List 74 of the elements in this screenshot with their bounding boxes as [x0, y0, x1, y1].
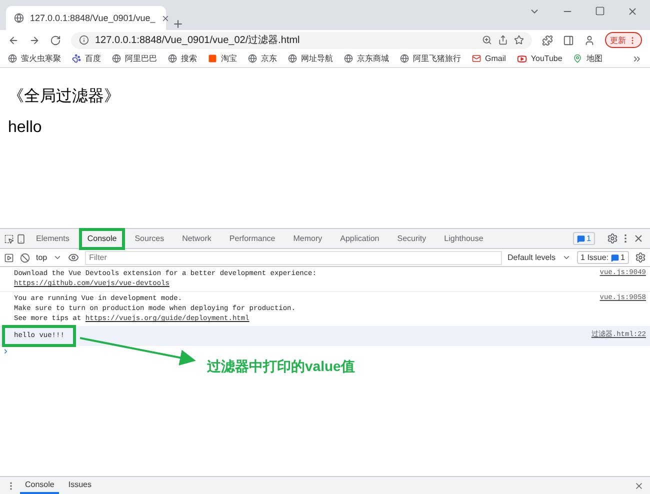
devtools-tab[interactable]: Elements [28, 228, 78, 250]
close-icon[interactable] [634, 480, 644, 490]
caret-down-icon[interactable] [53, 253, 62, 262]
devtools-tab[interactable]: Application [332, 228, 388, 250]
bookmark[interactable]: 网址导航 [288, 53, 333, 64]
issues-badge[interactable]: 1 Issue: 1 [576, 251, 629, 264]
inspect-icon[interactable] [4, 234, 14, 244]
new-tab-icon[interactable] [172, 18, 184, 30]
devtools-tab[interactable]: Network [174, 228, 220, 250]
settings-icon[interactable] [607, 233, 618, 244]
mail-icon [472, 54, 481, 63]
profile-icon[interactable] [584, 34, 595, 46]
globe-icon [288, 54, 297, 63]
paw-icon [72, 54, 81, 63]
bookmark[interactable]: 阿里巴巴 [112, 53, 157, 64]
page-text: hello [8, 119, 43, 137]
page-heading: 《全局过滤器》 [8, 86, 121, 107]
globe-icon [248, 54, 257, 63]
play-icon [516, 54, 527, 64]
bookmark[interactable]: 淘宝 [208, 53, 237, 64]
star-icon[interactable] [514, 35, 524, 45]
bookmark[interactable]: 百度 [72, 53, 101, 64]
devtools-tab[interactable]: Console [79, 228, 125, 250]
shop-icon [208, 54, 217, 63]
globe-icon [8, 54, 17, 63]
more-bookmarks-icon[interactable] [632, 54, 642, 64]
bookmark[interactable]: 阿里飞猪旅行 [400, 53, 461, 64]
globe-icon [344, 54, 353, 63]
context-selector[interactable]: top [36, 253, 48, 262]
drawer-tab[interactable]: Issues [63, 477, 96, 494]
devtools-tab[interactable]: Security [389, 228, 434, 250]
browser-tab[interactable]: 127.0.0.1:8848/Vue_0901/vue_ [6, 6, 166, 30]
clear-icon[interactable] [20, 252, 30, 262]
bookmark[interactable]: YouTube [516, 54, 562, 64]
close-icon[interactable] [633, 233, 644, 244]
annotation-text: 过滤器中打印的value值 [207, 358, 355, 376]
close-icon[interactable] [161, 14, 170, 22]
console-prompt[interactable]: › [0, 346, 650, 357]
drawer-tab[interactable]: Console [20, 477, 60, 494]
maximize-icon[interactable] [595, 6, 605, 16]
messages-badge[interactable]: 1 [572, 232, 595, 245]
forward-icon[interactable] [29, 34, 40, 46]
globe-icon [168, 54, 177, 63]
globe-icon [14, 13, 24, 23]
info-icon [79, 35, 89, 45]
devtools-tab[interactable]: Memory [285, 228, 330, 250]
back-icon[interactable] [8, 34, 19, 46]
sidebar-icon[interactable] [4, 252, 14, 262]
devtools-tab[interactable]: Sources [126, 228, 172, 250]
map-pin-icon [573, 54, 582, 63]
update-button[interactable]: 更新 [605, 32, 642, 48]
caret-down-icon[interactable] [562, 253, 571, 262]
bookmark[interactable]: 京东商城 [344, 53, 389, 64]
levels-dropdown[interactable]: Default levels [508, 253, 556, 262]
bookmark[interactable]: 地图 [573, 53, 602, 64]
device-icon[interactable] [16, 234, 26, 244]
eye-icon[interactable] [68, 252, 80, 263]
share-icon[interactable] [498, 35, 508, 45]
extensions-icon[interactable] [542, 34, 553, 46]
bookmark[interactable]: 萤火虫寒聚 [8, 53, 61, 64]
address-bar[interactable]: 127.0.0.1:8848/Vue_0901/vue_02/过滤器.html [71, 32, 532, 48]
bookmark[interactable]: 搜索 [168, 53, 197, 64]
devtools-tab[interactable]: Lighthouse [436, 228, 492, 250]
zoom-icon[interactable] [482, 35, 492, 45]
globe-icon [112, 54, 121, 63]
side-panel-icon[interactable] [563, 34, 574, 46]
settings-icon[interactable] [635, 252, 646, 263]
bookmark[interactable]: Gmail [472, 54, 506, 63]
bookmark[interactable]: 京东 [248, 53, 277, 64]
devtools-tab[interactable]: Performance [221, 228, 284, 250]
close-icon[interactable] [627, 6, 638, 16]
reload-icon[interactable] [50, 34, 61, 46]
filter-field[interactable]: Filter [85, 250, 502, 264]
globe-icon [400, 54, 409, 63]
